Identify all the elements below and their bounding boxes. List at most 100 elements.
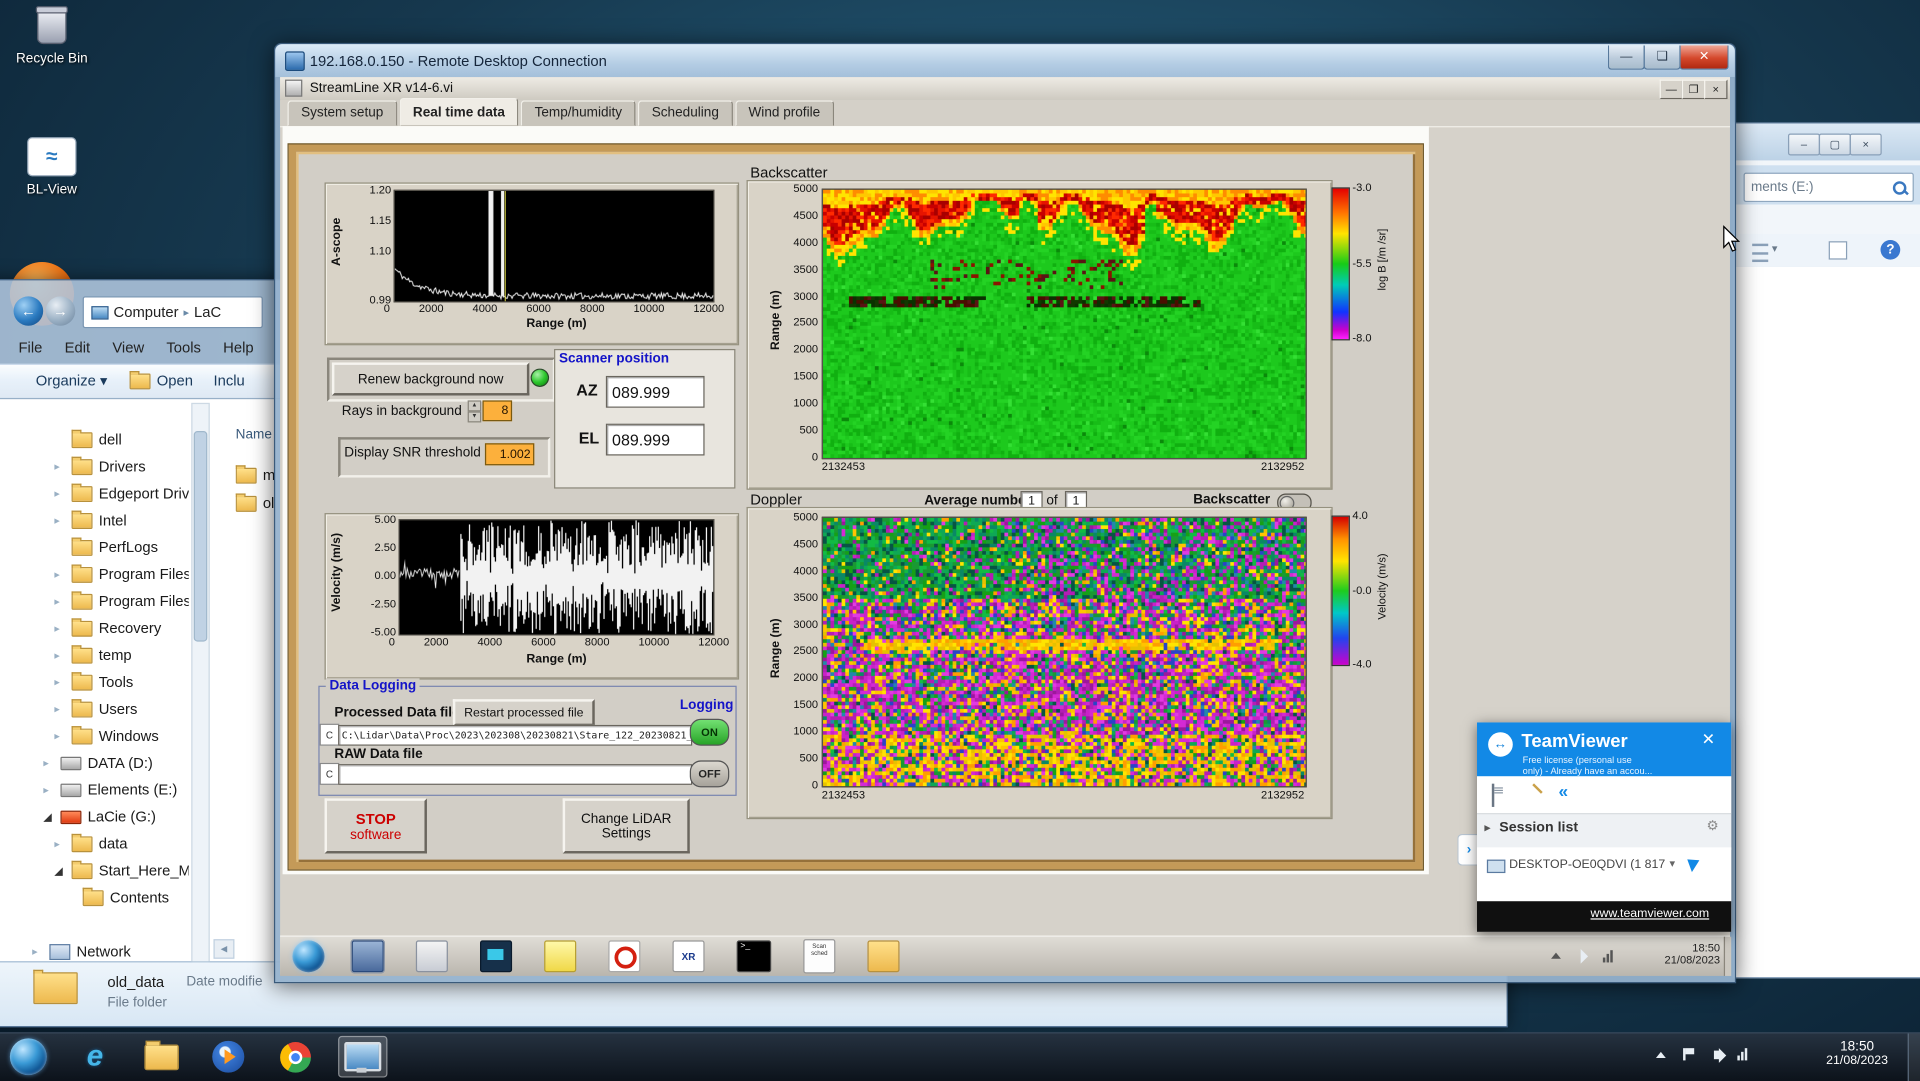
tree-item-data-d[interactable]: ▸ DATA (D:) [43,749,189,776]
app-window-icon[interactable] [350,939,385,974]
windows-explorer-icon[interactable] [138,1037,185,1076]
expander-icon[interactable]: ▸ [54,594,71,607]
preview-pane-icon[interactable] [1828,241,1848,260]
remote-tray-expand-icon[interactable] [1551,952,1561,959]
rdp-minimize-button[interactable]: — [1607,45,1645,70]
tab-temp-humidity[interactable]: Temp/humidity [521,100,636,127]
clipboard-icon[interactable] [1491,783,1495,807]
tree-item-elements-e[interactable]: ▸ Elements (E:) [43,776,189,803]
calculator-icon[interactable] [415,940,448,973]
session-settings-gear-icon[interactable]: ⚙ [1707,818,1719,834]
remote-clock[interactable]: 18:50 21/08/2023 [1631,942,1721,966]
expander-icon[interactable]: ◢ [43,810,60,823]
tree-item-tools[interactable]: ▸ Tools [54,669,188,696]
stop-software-button[interactable]: STOP software [324,798,427,854]
rdp-maximize-button[interactable]: ❑ [1643,45,1681,70]
command-prompt-icon[interactable]: >_ [736,940,772,973]
tree-scrollbar[interactable] [191,402,210,965]
show-desktop-button[interactable] [1907,1033,1920,1081]
expander-icon[interactable]: ▸ [54,648,71,661]
processed-path-field[interactable]: C:\Lidar\Data\Proc\2023\202308\20230821\… [338,724,693,746]
search-icon[interactable] [1892,180,1907,195]
expander-icon[interactable]: ▸ [54,460,71,473]
labview-titlebar[interactable]: StreamLine XR v14-6.vi [280,77,1730,101]
restart-processed-file-button[interactable]: Restart processed file [452,699,595,727]
remote-show-desktop[interactable] [1723,936,1732,976]
rays-spinner[interactable]: ▲ ▼ [467,400,482,423]
scan-scheduler-icon[interactable]: Scan sched [803,939,836,974]
change-lidar-settings-button[interactable]: Change LiDAR Settings [562,798,690,854]
tree-item-edgeport-driver[interactable]: ▸ Edgeport Driver [54,480,189,507]
tree-item-data[interactable]: ▸ data [54,830,188,857]
tree-item-program-files[interactable]: ▸ Program Files [54,561,189,588]
expander-icon[interactable]: ▸ [54,514,71,527]
expander-icon[interactable]: ▸ [54,568,71,581]
tree-item-users[interactable]: ▸ Users [54,696,188,723]
expander-icon[interactable]: ▸ [54,702,71,715]
media-player-icon[interactable] [205,1037,252,1076]
tree-item-lacie-g[interactable]: ◢ LaCie (G:) [43,803,189,830]
az-field[interactable]: 089.999 [605,375,705,408]
desktop-icon-recycle-bin[interactable]: Recycle Bin [7,6,96,66]
expander-icon[interactable]: ▸ [54,487,71,500]
expander-icon[interactable]: ▸ [43,756,60,769]
raw-path-field[interactable] [338,764,693,785]
renew-background-button[interactable]: Renew background now [331,362,530,396]
list-column-header[interactable]: Name [236,427,272,442]
tray-expand-icon[interactable] [1655,1051,1666,1058]
tree-item-windows[interactable]: ▸ Windows [54,722,188,749]
collapse-left-icon[interactable]: « [1558,781,1568,801]
help-icon[interactable]: ? [1880,240,1901,260]
folder-shortcut-icon[interactable] [867,940,900,973]
tree-item-intel[interactable]: ▸ Intel [54,507,188,534]
list-hscroll-left[interactable]: ◀ [213,939,235,959]
view-list-icon[interactable] [1752,243,1769,263]
labview-restore-button[interactable]: ❐ [1681,79,1706,100]
tree-item-perflogs[interactable]: PerfLogs [54,534,188,561]
tree-item-drivers[interactable]: ▸ Drivers [54,453,188,480]
device-row[interactable] [1477,847,1732,902]
tab-wind-profile[interactable]: Wind profile [734,100,834,127]
clock[interactable]: 18:50 21/08/2023 [1811,1040,1902,1068]
remote-network-icon[interactable] [1602,950,1613,963]
tree-item-program-files-x[interactable]: ▸ Program Files (x [54,588,189,615]
processed-logging-toggle[interactable]: ON [689,718,730,746]
expander-icon[interactable]: ▸ [54,837,71,850]
expander-icon[interactable]: ▸ [54,621,71,634]
tree-item-contents[interactable]: Contents [65,884,188,911]
start-button[interactable] [9,1038,47,1076]
teamviewer-link[interactable]: www.teamviewer.com [1591,907,1710,920]
rays-value-field[interactable]: 8 [482,400,513,422]
tree-item-start-here-mac[interactable]: ◢ Start_Here_Mac. [54,857,189,884]
expander-icon[interactable]: ▸ [43,783,60,796]
xr-shortcut-icon[interactable]: XR [672,940,705,973]
raw-logging-toggle[interactable]: OFF [689,760,730,788]
tree-item-recovery[interactable]: ▸ Recovery [54,615,188,642]
internet-explorer-icon[interactable]: e [72,1037,119,1076]
close-button[interactable]: × [1849,133,1882,156]
tree-item-temp[interactable]: ▸ temp [54,642,188,669]
expander-icon[interactable]: ◢ [54,864,71,877]
maximize-button[interactable]: ▢ [1818,133,1851,156]
expander-icon[interactable]: ▸ [32,945,49,958]
minimize-button[interactable]: – [1787,133,1821,156]
tree-item-dell[interactable]: dell [54,426,188,453]
labview-minimize-button[interactable]: — [1659,79,1684,100]
volume-icon[interactable] [1713,1047,1727,1063]
tab-scheduling[interactable]: Scheduling [638,100,733,127]
tab-real-time-data[interactable]: Real time data [399,97,519,127]
tree-scrollbar-thumb[interactable] [193,431,208,642]
search-input[interactable]: ments (E:) [1743,172,1914,203]
el-field[interactable]: 089.999 [605,423,705,456]
remote-start-button[interactable] [292,940,325,973]
tab-system-setup[interactable]: System setup [287,100,397,127]
expander-icon[interactable]: ▸ [54,729,71,742]
expander-icon[interactable]: ▸ [54,675,71,688]
sticky-notes-icon[interactable] [544,940,577,973]
rdp-close-button[interactable]: ✕ [1679,45,1729,70]
desktop-icon-bl-view[interactable]: ≈ BL-View [7,137,96,197]
snr-value-field[interactable]: 1.002 [484,443,535,466]
device-dropdown-icon[interactable]: ▾ [1670,857,1676,870]
device-name[interactable]: DESKTOP-OE0QDVI (1 817 937 [1509,858,1667,871]
network-icon[interactable] [1737,1048,1748,1061]
